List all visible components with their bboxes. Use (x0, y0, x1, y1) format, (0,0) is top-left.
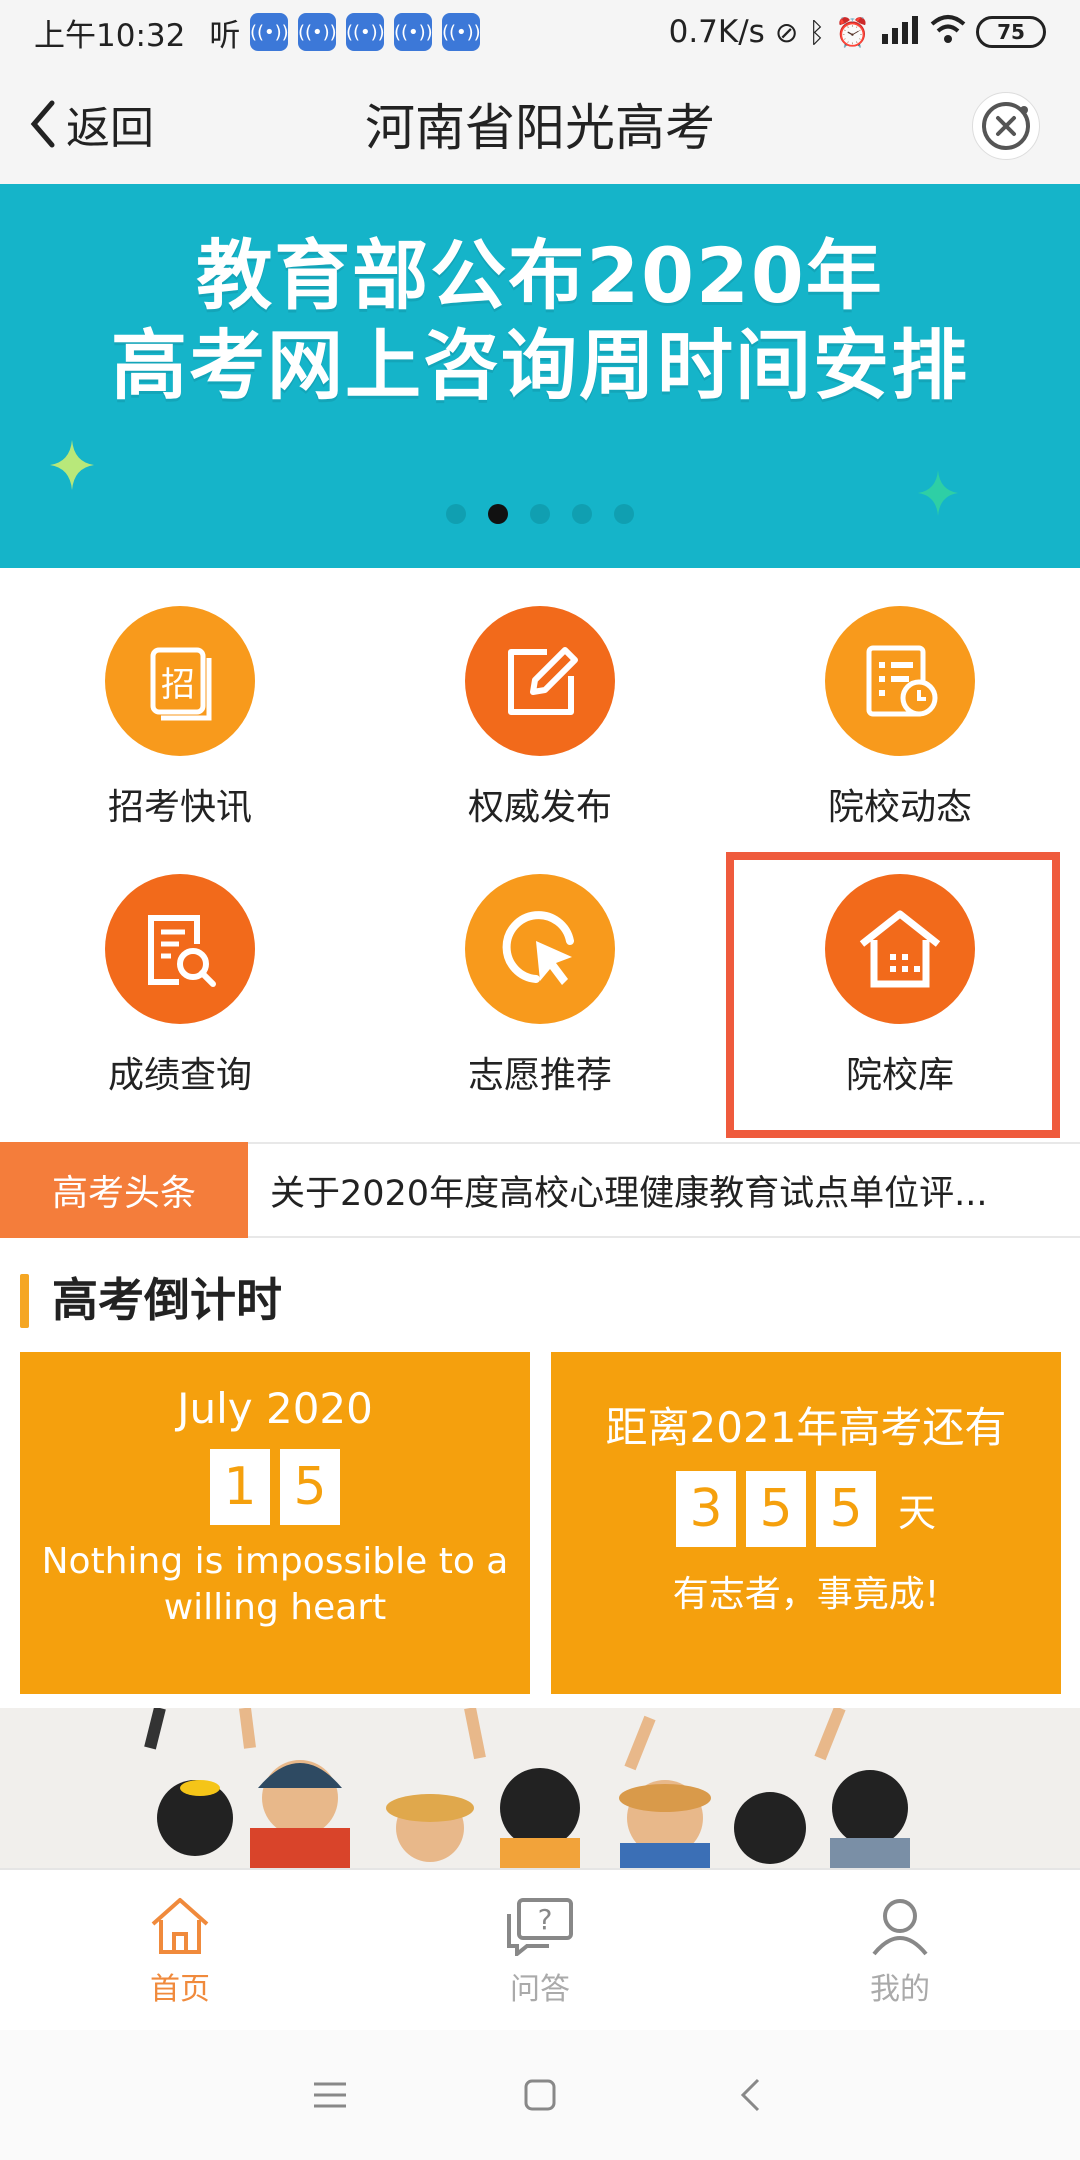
menu-button[interactable] (300, 2065, 360, 2125)
days-digits: 3 5 5 天 (551, 1471, 1061, 1547)
zhao-icon: 招 (105, 606, 255, 756)
cursor-icon (465, 874, 615, 1024)
students-illustration (0, 1708, 1080, 1868)
signal-badge-icon: ((•)) (442, 13, 481, 51)
digit: 5 (815, 1471, 876, 1547)
grid-item-quanwei[interactable]: 权威发布 (360, 606, 720, 866)
chevron-left-icon (740, 2078, 760, 2112)
qa-icon: ? (507, 1898, 573, 1956)
link-icon: ⊘ (774, 15, 799, 49)
tab-label: 问答 (510, 1972, 570, 2007)
close-icon (982, 102, 1030, 150)
carousel-dot[interactable] (572, 504, 592, 524)
days-unit: 天 (897, 1490, 936, 1535)
tab-label: 首页 (150, 1972, 210, 2007)
status-left: 上午10:32 听 ((•)) ((•)) ((•)) ((•)) ((•)) (34, 10, 481, 55)
wifi-icon (930, 14, 966, 51)
menu-icon (314, 2082, 346, 2108)
sparkle-icon (50, 440, 94, 490)
signal-badge-icon: ((•)) (346, 13, 385, 51)
signal-badge-icon: ((•)) (298, 13, 337, 51)
digit: 5 (280, 1449, 340, 1525)
battery-icon: 75 (976, 16, 1046, 48)
nav-bar: 返回 河南省阳光高考 (0, 64, 1080, 184)
calendar-clock-icon (825, 606, 975, 756)
page-title: 河南省阳光高考 (365, 99, 715, 157)
signal-badge-icon: ((•)) (394, 13, 433, 51)
bottom-tab-bar: 首页 ? 问答 我的 (0, 1868, 1080, 2030)
headline-ticker[interactable]: 高考头条 关于2020年度高校心理健康教育试点单位评... (0, 1142, 1080, 1238)
countdown-section: 高考倒计时 July 2020 1 5 Nothing is impossibl… (0, 1238, 1080, 1708)
edit-icon (465, 606, 615, 756)
grid-label: 志愿推荐 (467, 1055, 612, 1096)
carousel-dot[interactable] (446, 504, 466, 524)
back-label: 返回 (66, 103, 154, 154)
digit: 3 (675, 1471, 736, 1547)
status-time: 上午10:32 (34, 17, 186, 54)
countdown-motto: Nothing is impossible to a willing heart (41, 1541, 509, 1628)
countdown-card-days: 距离2021年高考还有 3 5 5 天 有志者，事竟成! (551, 1352, 1061, 1694)
carousel-dot[interactable] (530, 504, 550, 524)
countdown-heading: 距离2021年高考还有 (605, 1403, 1007, 1452)
home-button[interactable] (510, 2065, 570, 2125)
countdown-month: July 2020 (177, 1384, 373, 1433)
search-doc-icon (105, 874, 255, 1024)
grid-label: 院校动态 (827, 787, 972, 828)
network-speed: 0.7K/s (668, 14, 765, 50)
carousel-dot-active[interactable] (488, 504, 508, 524)
close-button[interactable] (972, 92, 1040, 160)
carousel-dot[interactable] (614, 504, 634, 524)
grid-item-zhaokao[interactable]: 招 招考快讯 (0, 606, 360, 866)
grid-label: 权威发布 (467, 787, 612, 828)
banner-carousel[interactable]: 教育部公布2020年 高考网上咨询周时间安排 (0, 184, 1080, 568)
system-nav-bar (0, 2030, 1080, 2160)
svg-text:?: ? (538, 1903, 553, 1936)
grid-item-chengji[interactable]: 成绩查询 (0, 874, 360, 1134)
countdown-card-date: July 2020 1 5 Nothing is impossible to a… (20, 1352, 530, 1694)
svg-text:招: 招 (161, 665, 195, 705)
chevron-left-icon (30, 100, 55, 148)
countdown-slogan: 有志者，事竟成! (672, 1574, 940, 1615)
user-icon (872, 1899, 928, 1956)
highlight-box (726, 852, 1060, 1138)
tab-mine[interactable]: 我的 (720, 1870, 1080, 2030)
bluetooth-icon: ᛒ (808, 15, 826, 49)
tab-home[interactable]: 首页 (0, 1870, 360, 2030)
alarm-icon: ⏰ (835, 15, 870, 49)
grid-label: 招考快讯 (107, 787, 252, 828)
square-icon (524, 2079, 556, 2111)
headline-tag: 高考头条 (0, 1142, 248, 1238)
back-button[interactable]: 返回 (28, 92, 154, 156)
digit: 5 (745, 1471, 806, 1547)
section-title: 高考倒计时 (52, 1273, 282, 1327)
headline-text[interactable]: 关于2020年度高校心理健康教育试点单位评... (248, 1165, 1080, 1216)
tab-label: 我的 (870, 1972, 930, 2007)
tab-qa[interactable]: ? 问答 (360, 1870, 720, 2030)
cell-signal-icon (880, 14, 920, 51)
grid-item-zhiyuan[interactable]: 志愿推荐 (360, 874, 720, 1134)
date-digits: 1 5 (20, 1449, 530, 1525)
grid-label: 成绩查询 (107, 1055, 252, 1096)
function-grid: 招 招考快讯 权威发布 院校动态 成绩查询 志愿推荐 院校库 (0, 568, 1080, 1142)
screen: 上午10:32 听 ((•)) ((•)) ((•)) ((•)) ((•)) … (0, 0, 1080, 2160)
status-bar: 上午10:32 听 ((•)) ((•)) ((•)) ((•)) ((•)) … (0, 0, 1080, 64)
section-accent-bar (20, 1274, 29, 1328)
digit: 1 (210, 1449, 270, 1525)
banner-line2: 高考网上咨询周时间安排 (111, 321, 969, 410)
status-right: 0.7K/s ⊘ ᛒ ⏰ 75 (669, 14, 1046, 51)
signal-badge-icon: ((•)) (250, 13, 289, 51)
listen-icon: 听 (209, 17, 241, 54)
carousel-dots (0, 504, 1080, 524)
home-icon (151, 1898, 209, 1954)
grid-item-yuanxiao-dongtai[interactable]: 院校动态 (720, 606, 1080, 866)
back-nav-button[interactable] (720, 2065, 780, 2125)
